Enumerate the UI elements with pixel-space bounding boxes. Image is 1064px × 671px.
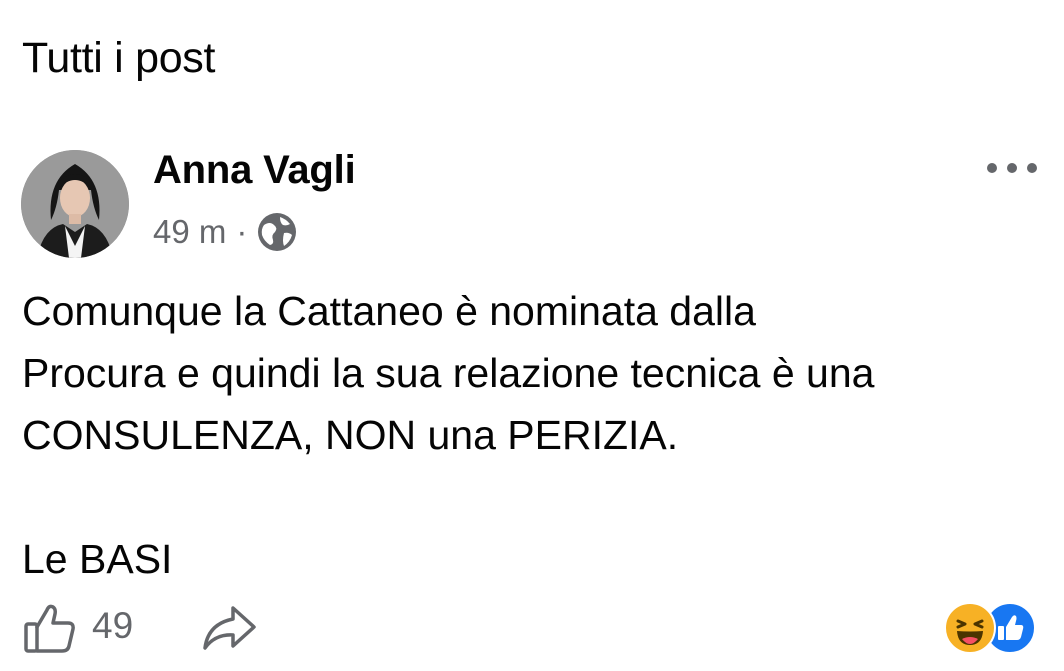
- share-arrow-icon[interactable]: [200, 602, 258, 654]
- thumbs-up-icon[interactable]: [22, 600, 78, 656]
- post-time[interactable]: 49 m: [153, 213, 226, 251]
- meta-separator: ·: [236, 213, 248, 250]
- globe-icon: [256, 211, 298, 253]
- haha-emoji-icon: [944, 602, 996, 654]
- author-name[interactable]: Anna Vagli: [153, 148, 356, 193]
- reactions-summary[interactable]: [944, 602, 1036, 654]
- like-count[interactable]: 49: [92, 605, 133, 647]
- avatar[interactable]: [21, 150, 129, 258]
- post-body: Comunque la Cattaneo è nominata dalla Pr…: [22, 288, 875, 582]
- more-horizontal-icon[interactable]: [980, 152, 1044, 184]
- section-title: Tutti i post: [22, 34, 216, 82]
- post-meta: 49 m ·: [153, 208, 298, 256]
